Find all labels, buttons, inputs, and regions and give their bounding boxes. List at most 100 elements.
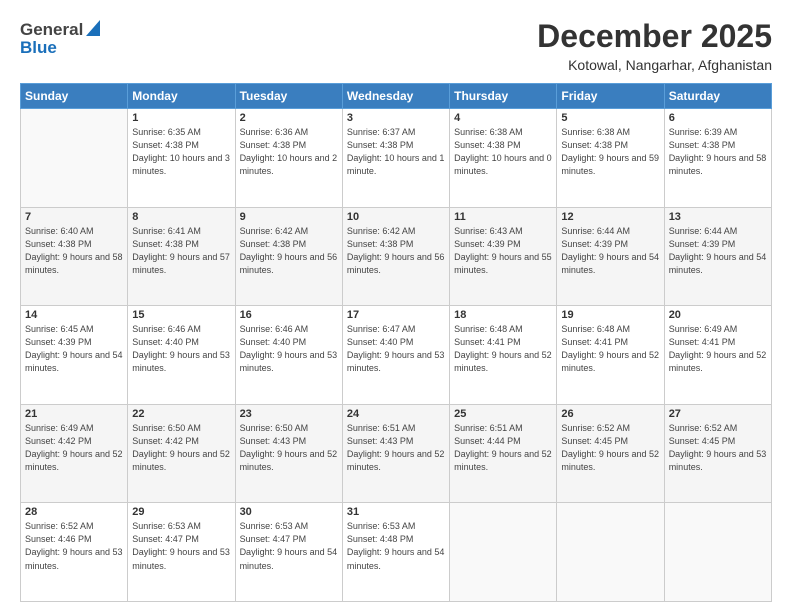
day-number: 15 [132,309,230,321]
day-info: Sunrise: 6:53 AMSunset: 4:47 PMDaylight:… [240,520,338,572]
day-number: 27 [669,408,767,420]
day-number: 6 [669,112,767,124]
day-info: Sunrise: 6:46 AMSunset: 4:40 PMDaylight:… [132,323,230,375]
day-number: 12 [561,211,659,223]
day-info: Sunrise: 6:50 AMSunset: 4:43 PMDaylight:… [240,422,338,474]
table-row: 8 Sunrise: 6:41 AMSunset: 4:38 PMDaylight… [128,207,235,306]
table-row: 18 Sunrise: 6:48 AMSunset: 4:41 PMDayligh… [450,306,557,405]
day-info: Sunrise: 6:40 AMSunset: 4:38 PMDaylight:… [25,225,123,277]
col-sunday: Sunday [21,84,128,109]
day-info: Sunrise: 6:53 AMSunset: 4:48 PMDaylight:… [347,520,445,572]
table-row: 7 Sunrise: 6:40 AMSunset: 4:38 PMDaylight… [21,207,128,306]
col-thursday: Thursday [450,84,557,109]
day-info: Sunrise: 6:38 AMSunset: 4:38 PMDaylight:… [561,126,659,178]
day-number: 28 [25,506,123,518]
day-number: 19 [561,309,659,321]
day-number: 23 [240,408,338,420]
day-info: Sunrise: 6:38 AMSunset: 4:38 PMDaylight:… [454,126,552,178]
day-number: 31 [347,506,445,518]
col-saturday: Saturday [664,84,771,109]
table-row: 13Sunrise: 6:44 AMSunset: 4:39 PMDayligh… [664,207,771,306]
day-info: Sunrise: 6:49 AMSunset: 4:42 PMDaylight:… [25,422,123,474]
day-info: Sunrise: 6:52 AMSunset: 4:46 PMDaylight:… [25,520,123,572]
day-number: 3 [347,112,445,124]
table-row: 26 Sunrise: 6:52 AMSunset: 4:45 PMDayligh… [557,404,664,503]
table-row [21,109,128,208]
calendar-header-row: Sunday Monday Tuesday Wednesday Thursday… [21,84,772,109]
table-row: 20 Sunrise: 6:49 AMSunset: 4:41 PMDayligh… [664,306,771,405]
table-row: 23 Sunrise: 6:50 AMSunset: 4:43 PMDayligh… [235,404,342,503]
table-row: 24 Sunrise: 6:51 AMSunset: 4:43 PMDayligh… [342,404,449,503]
col-monday: Monday [128,84,235,109]
day-info: Sunrise: 6:52 AMSunset: 4:45 PMDaylight:… [561,422,659,474]
table-row: 25 Sunrise: 6:51 AMSunset: 4:44 PMDayligh… [450,404,557,503]
day-number: 17 [347,309,445,321]
day-number: 18 [454,309,552,321]
day-number: 26 [561,408,659,420]
table-row: 31 Sunrise: 6:53 AMSunset: 4:48 PMDayligh… [342,503,449,602]
day-number: 11 [454,211,552,223]
day-number: 30 [240,506,338,518]
day-info: Sunrise: 6:49 AMSunset: 4:41 PMDaylight:… [669,323,767,375]
day-number: 22 [132,408,230,420]
table-row [664,503,771,602]
day-number: 25 [454,408,552,420]
location: Kotowal, Nangarhar, Afghanistan [537,57,772,73]
day-number: 20 [669,309,767,321]
day-number: 7 [25,211,123,223]
day-number: 10 [347,211,445,223]
table-row: 16 Sunrise: 6:46 AMSunset: 4:40 PMDayligh… [235,306,342,405]
day-info: Sunrise: 6:51 AMSunset: 4:44 PMDaylight:… [454,422,552,474]
table-row: 11Sunrise: 6:43 AMSunset: 4:39 PMDayligh… [450,207,557,306]
table-row: 15 Sunrise: 6:46 AMSunset: 4:40 PMDayligh… [128,306,235,405]
day-info: Sunrise: 6:53 AMSunset: 4:47 PMDaylight:… [132,520,230,572]
day-number: 4 [454,112,552,124]
calendar-table: Sunday Monday Tuesday Wednesday Thursday… [20,83,772,602]
logo-triangle-icon [86,20,100,41]
table-row: 14Sunrise: 6:45 AMSunset: 4:39 PMDayligh… [21,306,128,405]
table-row: 17 Sunrise: 6:47 AMSunset: 4:40 PMDayligh… [342,306,449,405]
table-row: 9 Sunrise: 6:42 AMSunset: 4:38 PMDaylight… [235,207,342,306]
table-row: 10 Sunrise: 6:42 AMSunset: 4:38 PMDayligh… [342,207,449,306]
logo-blue: Blue [20,38,57,58]
table-row: 1Sunrise: 6:35 AMSunset: 4:38 PMDaylight… [128,109,235,208]
day-info: Sunrise: 6:47 AMSunset: 4:40 PMDaylight:… [347,323,445,375]
logo: General Blue [20,18,100,58]
day-info: Sunrise: 6:50 AMSunset: 4:42 PMDaylight:… [132,422,230,474]
day-number: 29 [132,506,230,518]
table-row: 22 Sunrise: 6:50 AMSunset: 4:42 PMDayligh… [128,404,235,503]
table-row: 29 Sunrise: 6:53 AMSunset: 4:47 PMDayligh… [128,503,235,602]
logo-general: General [20,20,83,40]
day-number: 9 [240,211,338,223]
table-row: 6 Sunrise: 6:39 AMSunset: 4:38 PMDaylight… [664,109,771,208]
table-row: 4 Sunrise: 6:38 AMSunset: 4:38 PMDaylight… [450,109,557,208]
col-tuesday: Tuesday [235,84,342,109]
day-info: Sunrise: 6:42 AMSunset: 4:38 PMDaylight:… [240,225,338,277]
day-info: Sunrise: 6:44 AMSunset: 4:39 PMDaylight:… [561,225,659,277]
table-row: 27 Sunrise: 6:52 AMSunset: 4:45 PMDayligh… [664,404,771,503]
day-info: Sunrise: 6:52 AMSunset: 4:45 PMDaylight:… [669,422,767,474]
header: General Blue December 2025 Kotowal, Nang… [20,18,772,73]
day-number: 24 [347,408,445,420]
day-info: Sunrise: 6:48 AMSunset: 4:41 PMDaylight:… [454,323,552,375]
table-row: 12 Sunrise: 6:44 AMSunset: 4:39 PMDayligh… [557,207,664,306]
day-info: Sunrise: 6:42 AMSunset: 4:38 PMDaylight:… [347,225,445,277]
day-number: 8 [132,211,230,223]
day-info: Sunrise: 6:41 AMSunset: 4:38 PMDaylight:… [132,225,230,277]
table-row: 3 Sunrise: 6:37 AMSunset: 4:38 PMDaylight… [342,109,449,208]
day-info: Sunrise: 6:37 AMSunset: 4:38 PMDaylight:… [347,126,445,178]
day-number: 14 [25,309,123,321]
day-number: 16 [240,309,338,321]
day-number: 2 [240,112,338,124]
day-number: 1 [132,112,230,124]
table-row: 5Sunrise: 6:38 AMSunset: 4:38 PMDaylight… [557,109,664,208]
day-number: 13 [669,211,767,223]
day-info: Sunrise: 6:46 AMSunset: 4:40 PMDaylight:… [240,323,338,375]
col-friday: Friday [557,84,664,109]
page: General Blue December 2025 Kotowal, Nang… [0,0,792,612]
day-info: Sunrise: 6:51 AMSunset: 4:43 PMDaylight:… [347,422,445,474]
table-row: 21 Sunrise: 6:49 AMSunset: 4:42 PMDayligh… [21,404,128,503]
day-number: 21 [25,408,123,420]
day-info: Sunrise: 6:39 AMSunset: 4:38 PMDaylight:… [669,126,767,178]
table-row: 2Sunrise: 6:36 AMSunset: 4:38 PMDaylight… [235,109,342,208]
